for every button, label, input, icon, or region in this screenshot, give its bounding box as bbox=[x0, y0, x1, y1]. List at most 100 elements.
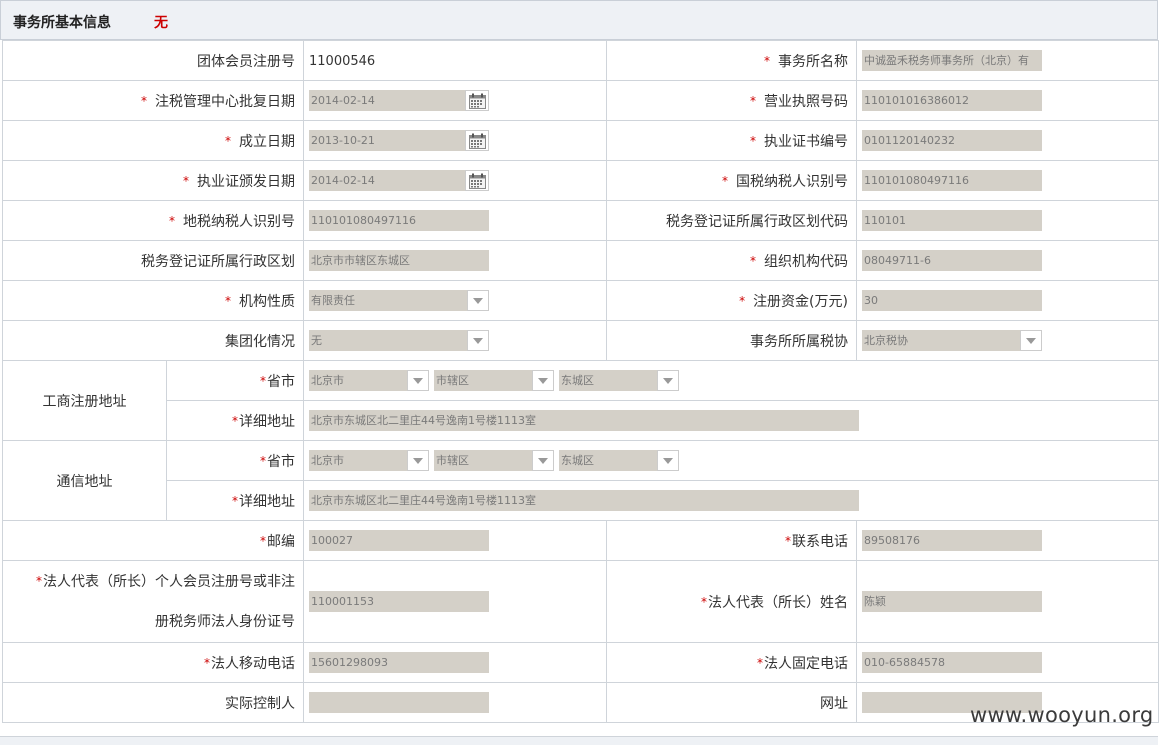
form-row: *详细地址 北京市东城区北二里庄44号逸南1号楼1113室 bbox=[3, 480, 1159, 521]
chevron-down-icon[interactable] bbox=[657, 370, 679, 391]
required-mark: * bbox=[36, 574, 42, 588]
required-mark: * bbox=[750, 253, 756, 268]
required-mark: * bbox=[750, 93, 756, 108]
mail-detail-address-input[interactable]: 北京市东城区北二里庄44号逸南1号楼1113室 bbox=[309, 490, 859, 511]
local-tax-id-input[interactable]: 110101080497116 bbox=[309, 210, 489, 231]
field-label: *邮编 bbox=[2, 520, 304, 561]
field-label: *法人代表（所长）姓名 bbox=[606, 560, 857, 643]
required-mark: * bbox=[232, 413, 238, 428]
field-label: * 注税管理中心批复日期 bbox=[2, 80, 304, 121]
section-title: 事务所基本信息 bbox=[13, 15, 111, 31]
form-row: 工商注册地址 *省市 北京市 市辖区 东城区 bbox=[2, 360, 1159, 441]
required-mark: * bbox=[750, 133, 756, 148]
form-row: 团体会员注册号 11000546 * 事务所名称 中诚盈禾税务师事务所（北京）有 bbox=[2, 40, 1159, 81]
national-tax-id-input[interactable]: 110101080497116 bbox=[862, 170, 1042, 191]
required-mark: * bbox=[225, 133, 231, 148]
biz-address-group-label: 工商注册地址 bbox=[2, 360, 167, 441]
approval-date-field: 2014-02-14 bbox=[309, 90, 489, 111]
registered-capital-input[interactable]: 30 bbox=[862, 290, 1042, 311]
legal-mobile-input[interactable]: 15601298093 bbox=[309, 652, 489, 673]
required-mark: * bbox=[739, 293, 746, 308]
required-mark: * bbox=[785, 533, 791, 548]
tax-association-select[interactable]: 北京税协 bbox=[862, 330, 1042, 351]
chevron-down-icon[interactable] bbox=[532, 450, 554, 471]
firm-name-input[interactable]: 中诚盈禾税务师事务所（北京）有 bbox=[862, 50, 1042, 71]
biz-city-select[interactable]: 市辖区 bbox=[434, 370, 554, 391]
calendar-icon[interactable] bbox=[465, 170, 489, 191]
controller-input[interactable] bbox=[309, 692, 489, 713]
founded-date-input[interactable]: 2013-10-21 bbox=[309, 130, 465, 151]
field-label: * 机构性质 bbox=[2, 280, 304, 321]
field-label: *联系电话 bbox=[606, 520, 857, 561]
calendar-icon[interactable] bbox=[465, 90, 489, 111]
mail-city-select[interactable]: 市辖区 bbox=[434, 450, 554, 471]
form-row: 税务登记证所属行政区划 北京市市辖区东城区 * 组织机构代码 08049711-6 bbox=[2, 240, 1159, 281]
business-license-input[interactable]: 110101016386012 bbox=[862, 90, 1042, 111]
field-label: *详细地址 bbox=[166, 400, 304, 441]
required-mark: * bbox=[141, 93, 147, 108]
required-mark: * bbox=[169, 213, 175, 228]
chevron-down-icon[interactable] bbox=[407, 450, 429, 471]
required-mark: * bbox=[260, 453, 266, 468]
field-label: 税务登记证所属行政区划代码 bbox=[606, 200, 857, 241]
approval-date-input[interactable]: 2014-02-14 bbox=[309, 90, 465, 111]
field-label: 网址 bbox=[606, 682, 857, 723]
org-type-select[interactable]: 有限责任 bbox=[309, 290, 489, 311]
chevron-down-icon[interactable] bbox=[467, 330, 489, 351]
form-row: *邮编 100027 *联系电话 89508176 bbox=[2, 520, 1159, 561]
member-reg-no: 11000546 bbox=[309, 53, 376, 69]
field-label: * 成立日期 bbox=[2, 120, 304, 161]
chevron-down-icon[interactable] bbox=[532, 370, 554, 391]
chevron-down-icon[interactable] bbox=[467, 290, 489, 311]
field-label: *省市 bbox=[166, 360, 304, 401]
firm-info-form: 团体会员注册号 11000546 * 事务所名称 中诚盈禾税务师事务所（北京）有 … bbox=[2, 40, 1159, 723]
field-label: *省市 bbox=[166, 440, 304, 481]
field-label: *法人固定电话 bbox=[606, 642, 857, 683]
chevron-down-icon[interactable] bbox=[407, 370, 429, 391]
required-mark: * bbox=[701, 594, 707, 609]
required-mark: * bbox=[183, 173, 189, 188]
field-label: * 地税纳税人识别号 bbox=[2, 200, 304, 241]
field-value: 11000546 bbox=[303, 40, 607, 81]
required-mark: * bbox=[757, 655, 763, 670]
chevron-down-icon[interactable] bbox=[657, 450, 679, 471]
calendar-icon[interactable] bbox=[465, 130, 489, 151]
mail-address-group-label: 通信地址 bbox=[2, 440, 167, 521]
form-row: * 地税纳税人识别号 110101080497116 税务登记证所属行政区划代码 … bbox=[2, 200, 1159, 241]
biz-detail-address-input[interactable]: 北京市东城区北二里庄44号逸南1号楼1113室 bbox=[309, 410, 859, 431]
required-mark: * bbox=[260, 533, 266, 548]
field-label: * 执业证书编号 bbox=[606, 120, 857, 161]
practice-cert-input[interactable]: 0101120140232 bbox=[862, 130, 1042, 151]
field-label: *法人移动电话 bbox=[2, 642, 304, 683]
mail-province-select[interactable]: 北京市 bbox=[309, 450, 429, 471]
biz-province-select[interactable]: 北京市 bbox=[309, 370, 429, 391]
field-label: * 注册资金(万元) bbox=[606, 280, 857, 321]
cert-issue-date-input[interactable]: 2014-02-14 bbox=[309, 170, 465, 191]
form-row: *法人移动电话 15601298093 *法人固定电话 010-65884578 bbox=[2, 642, 1159, 683]
field-label: * 国税纳税人识别号 bbox=[606, 160, 857, 201]
field-label: 团体会员注册号 bbox=[2, 40, 304, 81]
field-label: 集团化情况 bbox=[2, 320, 304, 361]
region-name-input[interactable]: 北京市市辖区东城区 bbox=[309, 250, 489, 271]
group-status-select[interactable]: 无 bbox=[309, 330, 489, 351]
legal-rep-name-input[interactable]: 陈颖 bbox=[862, 591, 1042, 612]
required-mark: * bbox=[722, 173, 728, 188]
phone-input[interactable]: 89508176 bbox=[862, 530, 1042, 551]
required-mark: * bbox=[232, 493, 238, 508]
legal-landline-input[interactable]: 010-65884578 bbox=[862, 652, 1042, 673]
form-row: * 成立日期 2013-10-21 * 执业证书编号 0101120140232 bbox=[2, 120, 1159, 161]
region-code-input[interactable]: 110101 bbox=[862, 210, 1042, 231]
required-mark: * bbox=[225, 293, 231, 308]
biz-district-select[interactable]: 东城区 bbox=[559, 370, 679, 391]
field-label: *法人代表（所长）个人会员注册号或非注 册税务师法人身份证号 bbox=[2, 560, 304, 643]
legal-rep-id-input[interactable]: 110001153 bbox=[309, 591, 489, 612]
form-row: 集团化情况 无 事务所所属税协 北京税协 bbox=[2, 320, 1159, 361]
required-mark: * bbox=[764, 53, 770, 68]
mail-district-select[interactable]: 东城区 bbox=[559, 450, 679, 471]
org-code-input[interactable]: 08049711-6 bbox=[862, 250, 1042, 271]
chevron-down-icon[interactable] bbox=[1020, 330, 1042, 351]
form-row: * 执业证颁发日期 2014-02-14 * 国税纳税人识别号 1101010804… bbox=[2, 160, 1159, 201]
cert-issue-date-field: 2014-02-14 bbox=[309, 170, 489, 191]
field-label: *详细地址 bbox=[166, 480, 304, 521]
postcode-input[interactable]: 100027 bbox=[309, 530, 489, 551]
